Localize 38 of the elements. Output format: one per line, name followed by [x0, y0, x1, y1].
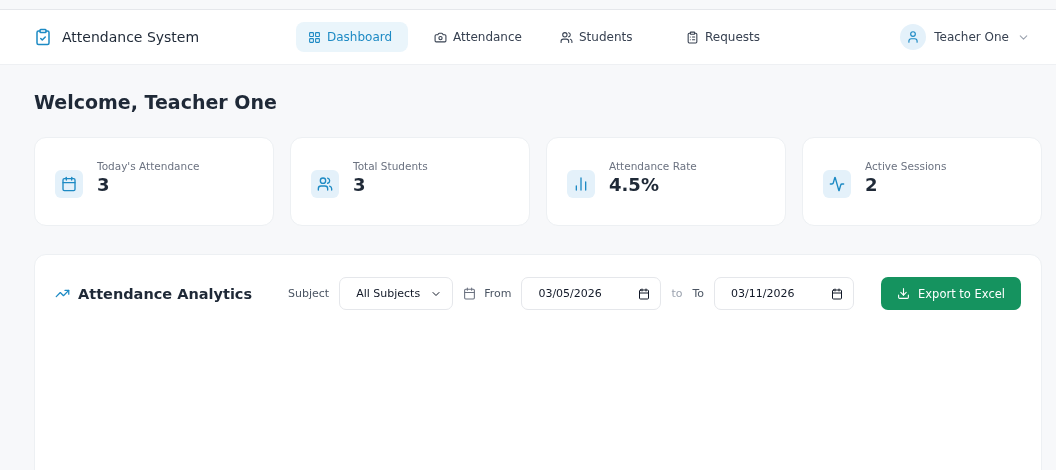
grid-icon: [308, 30, 321, 44]
clipboard-check-icon: [34, 28, 52, 46]
panel-title: Attendance Analytics: [78, 285, 254, 302]
stat-value: 3: [353, 174, 367, 195]
calendar-icon: [55, 169, 83, 198]
calendar-icon: [831, 287, 844, 300]
field-label: To: [692, 287, 705, 300]
users-icon: [311, 169, 339, 198]
pulse-icon: [823, 169, 851, 198]
calendar-icon: [463, 287, 477, 300]
nav-tab[interactable]: Requests: [674, 22, 786, 52]
range-separator: to: [671, 287, 683, 300]
stat-label: Total Students: [353, 160, 428, 172]
calendar-icon: [638, 287, 651, 300]
subject-dropdown[interactable]: All Subjects: [339, 277, 454, 310]
stat-value: 2: [865, 174, 879, 195]
camera-icon: [434, 30, 447, 44]
users-icon: [560, 30, 573, 44]
field-label: From: [484, 287, 512, 300]
stat-value: 4.5%: [609, 174, 660, 195]
stat-value: 3: [97, 174, 111, 195]
nav-tab[interactable]: Dashboard: [296, 22, 408, 52]
avatar: [900, 24, 927, 50]
field-label: Subject: [288, 287, 330, 300]
welcome-heading: Welcome, Teacher One: [34, 91, 278, 113]
nav-tab[interactable]: Attendance: [422, 22, 534, 52]
nav-tab[interactable]: Students: [548, 22, 660, 52]
stat-label: Active Sessions: [865, 160, 947, 172]
export-button[interactable]: Export to Excel: [881, 277, 1021, 310]
user-menu[interactable]: Teacher One: [900, 24, 1030, 50]
download-icon: [897, 287, 911, 300]
date-input[interactable]: 03/05/2026: [521, 277, 662, 310]
app-title: Attendance System: [62, 29, 200, 45]
date-input[interactable]: 03/11/2026: [714, 277, 855, 310]
clipboard-icon: [686, 30, 699, 44]
stat-label: Attendance Rate: [609, 160, 697, 172]
bar-chart-icon: [567, 169, 595, 198]
stat-label: Today's Attendance: [97, 160, 200, 172]
